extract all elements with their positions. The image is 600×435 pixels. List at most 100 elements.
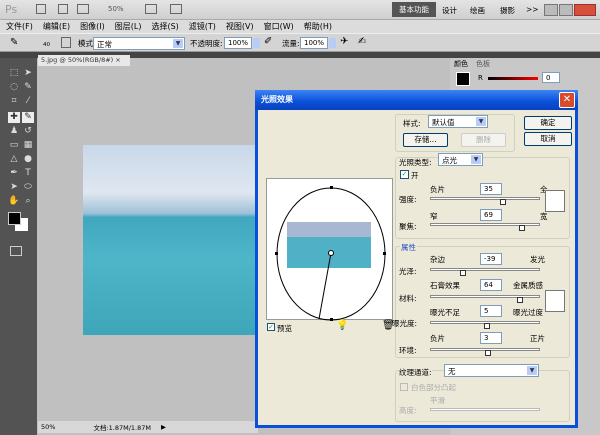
- save-style-button[interactable]: 存储...: [403, 133, 448, 147]
- minimize-button[interactable]: [544, 4, 558, 16]
- menu-edit[interactable]: 编辑(E): [43, 21, 70, 32]
- dialog-title-bar[interactable]: 光照效果 ✕: [255, 90, 578, 110]
- shape-tool-icon[interactable]: ⬭: [22, 182, 34, 193]
- light-bulb-icon[interactable]: 💡: [336, 320, 348, 331]
- menu-image[interactable]: 图像(I): [80, 21, 105, 32]
- healing-brush-icon[interactable]: ✚: [8, 112, 20, 123]
- close-icon[interactable]: ×: [115, 56, 120, 64]
- eyedropper-icon[interactable]: ⁄: [22, 96, 34, 107]
- view-extras-icon[interactable]: [77, 4, 89, 14]
- quick-mask-icon[interactable]: [10, 246, 22, 256]
- exposure-slider[interactable]: [430, 321, 540, 329]
- color-fg-swatch[interactable]: [456, 72, 470, 86]
- intensity-input[interactable]: 35: [480, 183, 502, 195]
- eraser-tool-icon[interactable]: ▭: [8, 140, 20, 151]
- ok-button[interactable]: 确定: [524, 116, 572, 130]
- status-zoom[interactable]: 50%: [41, 423, 55, 431]
- cancel-button[interactable]: 取消: [524, 132, 572, 146]
- screen-mode-icon[interactable]: [170, 4, 182, 14]
- trash-icon[interactable]: 🗑: [382, 320, 395, 331]
- gloss-input[interactable]: -39: [480, 253, 502, 265]
- workspace-photography[interactable]: 摄影: [500, 5, 515, 16]
- crop-tool-icon[interactable]: ⌗: [8, 96, 20, 107]
- dodge-tool-icon[interactable]: ●: [22, 154, 34, 165]
- tab-swatches[interactable]: 色板: [476, 59, 490, 69]
- gloss-slider-handle[interactable]: [460, 270, 467, 276]
- quick-select-icon[interactable]: ✎: [22, 82, 34, 93]
- workspace-essentials[interactable]: 基本功能: [392, 2, 436, 17]
- dialog-close-button[interactable]: ✕: [559, 92, 575, 108]
- workspace-design[interactable]: 设计: [442, 5, 457, 16]
- tab-color[interactable]: 颜色: [454, 59, 468, 69]
- more-workspaces[interactable]: >>: [526, 5, 539, 14]
- ambience-slider-handle[interactable]: [485, 350, 492, 356]
- red-slider[interactable]: [488, 77, 538, 80]
- pressure-size-icon[interactable]: ✍: [358, 36, 366, 47]
- gradient-tool-icon[interactable]: ▦: [22, 140, 34, 151]
- lasso-tool-icon[interactable]: ◌: [8, 82, 20, 93]
- flow-input[interactable]: 100%: [300, 37, 328, 49]
- arrange-icon[interactable]: [145, 4, 157, 14]
- material-slider-handle[interactable]: [516, 297, 523, 303]
- menu-file[interactable]: 文件(F): [6, 21, 33, 32]
- workspace-painting[interactable]: 绘画: [470, 5, 485, 16]
- focus-slider-handle[interactable]: [518, 225, 525, 231]
- menu-layer[interactable]: 图层(L): [115, 21, 142, 32]
- menu-select[interactable]: 选择(S): [151, 21, 178, 32]
- light-type-select[interactable]: 点光 ▼: [438, 153, 483, 166]
- exposure-input[interactable]: 5: [480, 305, 502, 317]
- blur-tool-icon[interactable]: △: [8, 154, 20, 165]
- brush-panel-icon[interactable]: [61, 37, 71, 48]
- style-select[interactable]: 默认值 ▼: [428, 115, 488, 128]
- foreground-color-swatch[interactable]: [8, 212, 21, 225]
- menu-view[interactable]: 视图(V): [226, 21, 254, 32]
- type-tool-icon[interactable]: T: [22, 168, 34, 179]
- pressure-opacity-icon[interactable]: ✐: [264, 36, 272, 47]
- history-brush-icon[interactable]: ↺: [22, 126, 34, 137]
- flow-slider-toggle[interactable]: [329, 38, 336, 48]
- focus-input[interactable]: 69: [480, 209, 502, 221]
- minibridge-icon[interactable]: [58, 4, 68, 14]
- material-slider[interactable]: [430, 295, 540, 303]
- pen-tool-icon[interactable]: ✒: [8, 168, 20, 179]
- mode-select[interactable]: 正常 ▼: [93, 37, 185, 50]
- hand-tool-icon[interactable]: ✋: [8, 196, 20, 207]
- move-tool-icon[interactable]: ➤: [22, 68, 34, 79]
- brush-tool-icon[interactable]: ✎: [22, 112, 34, 123]
- brush-size[interactable]: 40: [43, 42, 50, 48]
- exposure-slider-handle[interactable]: [484, 323, 491, 329]
- preview-checkbox[interactable]: ✓: [267, 323, 275, 331]
- texture-channel-select[interactable]: 无 ▼: [444, 364, 539, 377]
- delete-style-button[interactable]: 删除: [461, 133, 506, 147]
- marquee-tool-icon[interactable]: ⬚: [8, 68, 20, 79]
- ambience-input[interactable]: 3: [480, 332, 502, 344]
- material-input[interactable]: 64: [480, 279, 502, 291]
- zoom-level-select[interactable]: 50%: [108, 5, 124, 13]
- focus-slider[interactable]: [430, 223, 540, 231]
- close-app-button[interactable]: [574, 4, 596, 16]
- light-on-checkbox[interactable]: ✓: [400, 170, 409, 179]
- light-ellipse-overlay[interactable]: [267, 179, 394, 321]
- document-tab[interactable]: 5.jpg @ 50%(RGB/8#) ×: [38, 55, 130, 66]
- ambient-color-swatch[interactable]: [545, 290, 565, 312]
- menu-help[interactable]: 帮助(H): [304, 21, 332, 32]
- opacity-input[interactable]: 100%: [224, 37, 252, 49]
- lighting-preview[interactable]: [266, 178, 394, 321]
- menu-filter[interactable]: 滤镜(T): [189, 21, 216, 32]
- white-high-checkbox[interactable]: [400, 383, 408, 391]
- stamp-tool-icon[interactable]: ♟: [8, 126, 20, 137]
- ambience-slider[interactable]: [430, 348, 540, 356]
- intensity-slider[interactable]: [430, 197, 540, 205]
- light-color-swatch[interactable]: [545, 190, 565, 212]
- menu-window[interactable]: 窗口(W): [264, 21, 294, 32]
- status-menu-arrow-icon[interactable]: ▶: [161, 423, 166, 431]
- zoom-tool-icon[interactable]: ⌕: [22, 196, 34, 207]
- intensity-slider-handle[interactable]: [500, 199, 507, 205]
- brush-tool-preset-icon[interactable]: ✎: [10, 37, 18, 48]
- path-select-icon[interactable]: ➤: [8, 182, 20, 193]
- airbrush-icon[interactable]: ✈: [340, 36, 348, 47]
- bridge-icon[interactable]: [36, 4, 46, 14]
- opacity-slider-toggle[interactable]: [253, 38, 260, 48]
- red-value-input[interactable]: 0: [542, 72, 560, 83]
- height-slider[interactable]: [430, 408, 540, 411]
